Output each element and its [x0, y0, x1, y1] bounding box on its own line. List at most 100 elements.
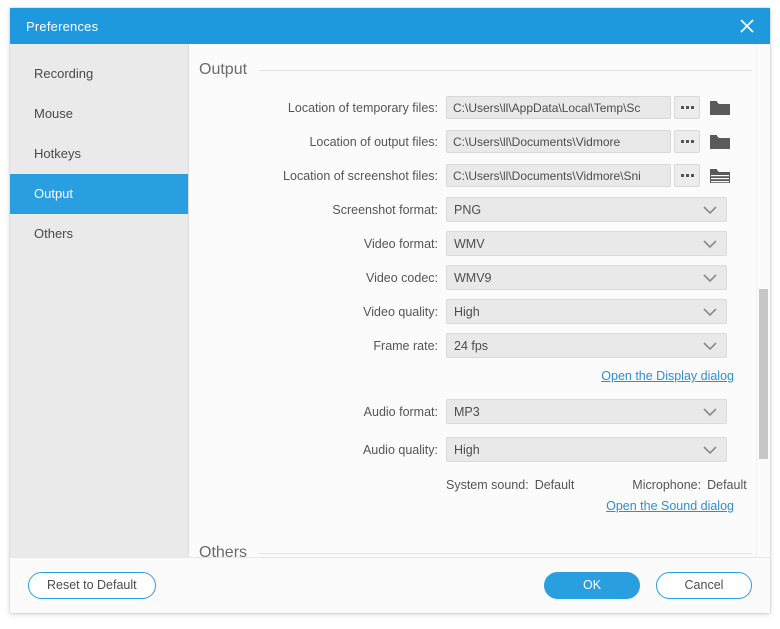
row-video-codec: Video codec: WMV9: [189, 263, 752, 292]
select-video-codec[interactable]: WMV9: [446, 265, 727, 290]
select-value: WMV: [454, 237, 485, 251]
sound-devices-row: System sound: Default Microphone: Defaul…: [189, 478, 752, 492]
title-bar: Preferences: [10, 8, 770, 44]
sidebar-nav: Recording Mouse Hotkeys Output Others: [10, 44, 189, 557]
dialog-body: Recording Mouse Hotkeys Output Others Ou…: [10, 44, 770, 557]
select-video-format[interactable]: WMV: [446, 231, 727, 256]
open-display-dialog-link[interactable]: Open the Display dialog: [601, 369, 734, 383]
reset-to-default-button[interactable]: Reset to Default: [28, 572, 156, 599]
row-video-quality: Video quality: High: [189, 297, 752, 326]
label-frame-rate: Frame rate:: [189, 339, 446, 353]
ellipsis-icon: [681, 106, 684, 109]
output-settings-rows: Location of temporary files: C:\Users\ll…: [189, 93, 752, 513]
sidebar-item-label: Mouse: [34, 106, 73, 121]
label-video-codec: Video codec:: [189, 271, 446, 285]
label-output-files: Location of output files:: [189, 135, 446, 149]
sidebar-item-output[interactable]: Output: [10, 174, 188, 214]
select-audio-format[interactable]: MP3: [446, 399, 727, 424]
ellipsis-icon: [686, 106, 689, 109]
row-screenshot-format: Screenshot format: PNG: [189, 195, 752, 224]
sidebar-item-hotkeys[interactable]: Hotkeys: [10, 134, 188, 174]
section-divider: [259, 70, 752, 71]
input-output-files-path[interactable]: C:\Users\ll\Documents\Vidmore: [446, 130, 671, 153]
row-output-files: Location of output files: C:\Users\ll\Do…: [189, 127, 752, 156]
scrollbar-thumb[interactable]: [759, 289, 768, 459]
sidebar-item-label: Hotkeys: [34, 146, 81, 161]
label-screenshot-files: Location of screenshot files:: [189, 169, 446, 183]
label-audio-quality: Audio quality:: [189, 443, 446, 457]
value-microphone: Default: [707, 478, 747, 492]
sidebar-item-recording[interactable]: Recording: [10, 54, 188, 94]
close-button[interactable]: [724, 8, 770, 44]
row-audio-format: Audio format: MP3: [189, 397, 752, 426]
chevron-down-icon: [702, 205, 718, 215]
ellipsis-icon: [691, 140, 694, 143]
row-video-format: Video format: WMV: [189, 229, 752, 258]
input-screenshot-files-path[interactable]: C:\Users\ll\Documents\Vidmore\Sni: [446, 164, 671, 187]
select-value: High: [454, 443, 480, 457]
ellipsis-icon: [691, 174, 694, 177]
settings-scroll-content: Output Location of temporary files: C:\U…: [189, 44, 770, 557]
chevron-down-icon: [702, 239, 718, 249]
browse-output-files-button[interactable]: [674, 130, 700, 153]
label-video-format: Video format:: [189, 237, 446, 251]
ellipsis-icon: [681, 174, 684, 177]
row-screenshot-files: Location of screenshot files: C:\Users\l…: [189, 161, 752, 190]
section-title-others: Others: [199, 544, 259, 557]
select-value: MP3: [454, 405, 480, 419]
open-output-folder-button[interactable]: [709, 132, 731, 152]
ok-button[interactable]: OK: [544, 572, 640, 599]
section-title-output: Output: [199, 61, 259, 79]
label-video-quality: Video quality:: [189, 305, 446, 319]
folder-icon: [709, 167, 731, 185]
chevron-down-icon: [702, 341, 718, 351]
footer-actions: OK Cancel: [544, 572, 752, 599]
ellipsis-icon: [686, 174, 689, 177]
browse-temporary-files-button[interactable]: [674, 96, 700, 119]
ellipsis-icon: [686, 140, 689, 143]
sidebar-item-label: Output: [34, 186, 73, 201]
select-value: High: [454, 305, 480, 319]
chevron-down-icon: [702, 407, 718, 417]
open-sound-dialog-link[interactable]: Open the Sound dialog: [606, 499, 734, 513]
label-temporary-files: Location of temporary files:: [189, 101, 446, 115]
folder-icon: [709, 133, 731, 151]
open-screenshot-folder-button[interactable]: [709, 166, 731, 186]
select-value: WMV9: [454, 271, 492, 285]
display-dialog-link-row: Open the Display dialog: [189, 369, 752, 383]
row-temporary-files: Location of temporary files: C:\Users\ll…: [189, 93, 752, 122]
select-video-quality[interactable]: High: [446, 299, 727, 324]
sidebar-item-mouse[interactable]: Mouse: [10, 94, 188, 134]
select-screenshot-format[interactable]: PNG: [446, 197, 727, 222]
browse-screenshot-files-button[interactable]: [674, 164, 700, 187]
close-icon: [737, 16, 757, 36]
ellipsis-icon: [691, 106, 694, 109]
chevron-down-icon: [702, 445, 718, 455]
sidebar-item-others[interactable]: Others: [10, 214, 188, 254]
section-header-output: Output: [189, 61, 752, 79]
label-screenshot-format: Screenshot format:: [189, 203, 446, 217]
ellipsis-icon: [681, 140, 684, 143]
label-microphone: Microphone:: [632, 478, 701, 492]
select-frame-rate[interactable]: 24 fps: [446, 333, 727, 358]
section-header-others: Others: [189, 544, 752, 557]
settings-panel: Output Location of temporary files: C:\U…: [189, 44, 770, 557]
content-scrollbar[interactable]: [756, 44, 770, 557]
label-audio-format: Audio format:: [189, 405, 446, 419]
input-temporary-files-path[interactable]: C:\Users\ll\AppData\Local\Temp\Sc: [446, 96, 671, 119]
row-audio-quality: Audio quality: High: [189, 435, 752, 464]
label-system-sound: System sound:: [446, 478, 529, 492]
sound-dialog-link-row: Open the Sound dialog: [189, 499, 752, 513]
open-temporary-folder-button[interactable]: [709, 98, 731, 118]
chevron-down-icon: [702, 273, 718, 283]
sidebar-item-label: Others: [34, 226, 73, 241]
preferences-window: Preferences Recording Mouse Hotkeys Outp…: [10, 8, 770, 613]
select-audio-quality[interactable]: High: [446, 437, 727, 462]
row-frame-rate: Frame rate: 24 fps: [189, 331, 752, 360]
cancel-button[interactable]: Cancel: [656, 572, 752, 599]
sidebar-item-label: Recording: [34, 66, 93, 81]
chevron-down-icon: [702, 307, 718, 317]
folder-icon: [709, 99, 731, 117]
dialog-footer: Reset to Default OK Cancel: [10, 557, 770, 613]
value-system-sound: Default: [535, 478, 575, 492]
